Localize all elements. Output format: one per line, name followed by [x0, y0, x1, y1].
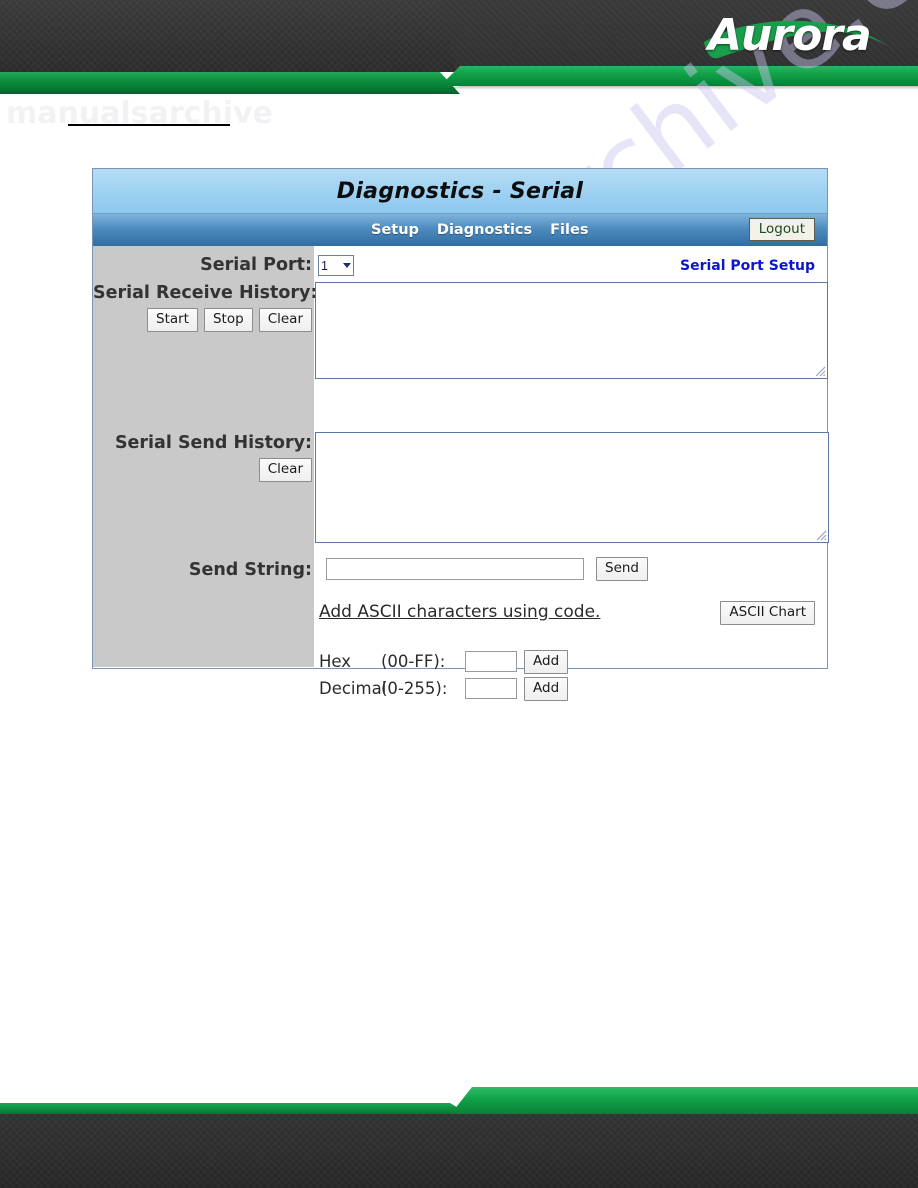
- page-root: Aurora manualsarchive manualsarchive.com…: [0, 0, 918, 1188]
- decimal-code-row: Decimal (0-255): Add: [319, 677, 569, 701]
- serial-port-select[interactable]: 1: [318, 255, 354, 276]
- tab-files[interactable]: Files: [550, 222, 588, 238]
- serial-receive-history-label: Serial Receive History:: [93, 283, 318, 303]
- ascii-hint-link[interactable]: Add ASCII characters using code.: [319, 602, 600, 622]
- aurora-logo-text: Aurora: [708, 10, 872, 61]
- resize-grip-icon[interactable]: [815, 529, 827, 541]
- nav-items: Setup Diagnostics Files: [371, 222, 588, 238]
- receive-history-textarea-wrap: [315, 282, 828, 379]
- decimal-input[interactable]: [465, 678, 517, 700]
- send-clear-button[interactable]: Clear: [258, 458, 312, 482]
- receive-clear-button[interactable]: Clear: [258, 308, 312, 332]
- receive-history-buttons: Start Stop Clear: [93, 308, 314, 332]
- receive-start-button[interactable]: Start: [147, 308, 198, 332]
- hex-input[interactable]: [465, 651, 517, 673]
- serial-port-selected-value: 1: [321, 258, 328, 273]
- resize-grip-icon[interactable]: [814, 365, 826, 377]
- send-history-textarea-wrap: [315, 432, 829, 543]
- header-green-shadow: [440, 86, 918, 90]
- header-green-accent-left: [0, 72, 460, 94]
- panel-body: Serial Port: 1 Serial Port Setup Serial …: [93, 246, 829, 701]
- receive-stop-button[interactable]: Stop: [203, 308, 253, 332]
- footer-green-accent-right: [450, 1087, 918, 1115]
- serial-port-setup-link[interactable]: Serial Port Setup: [680, 258, 815, 274]
- site-footer: [0, 1073, 918, 1188]
- page-title: Diagnostics - Serial: [336, 178, 584, 204]
- send-string-label: Send String:: [188, 560, 312, 580]
- serial-send-history-textarea[interactable]: [315, 432, 829, 543]
- site-header: Aurora: [0, 0, 918, 95]
- decimal-add-button[interactable]: Add: [524, 677, 569, 701]
- hex-add-button[interactable]: Add: [524, 650, 569, 674]
- logout-button[interactable]: Logout: [748, 218, 815, 242]
- send-button[interactable]: Send: [596, 557, 649, 581]
- aurora-logo: Aurora: [700, 8, 900, 66]
- footer-dark-band: [0, 1114, 918, 1188]
- panel-nav-bar: Setup Diagnostics Files Logout: [93, 214, 827, 246]
- send-history-buttons: Clear: [93, 458, 314, 482]
- decimal-range-label: (0-255):: [381, 679, 448, 699]
- tab-setup[interactable]: Setup: [371, 222, 419, 238]
- panel-title-bar: Diagnostics - Serial: [93, 169, 827, 214]
- hex-range-label: (00-FF):: [381, 652, 446, 672]
- serial-receive-history-textarea[interactable]: [315, 282, 828, 379]
- hex-code-row: Hex (00-FF): Add: [319, 650, 569, 674]
- decimal-label: Decimal: [319, 679, 387, 699]
- tab-diagnostics[interactable]: Diagnostics: [437, 222, 532, 238]
- hex-label: Hex: [319, 652, 352, 672]
- ascii-chart-button[interactable]: ASCII Chart: [720, 601, 815, 625]
- chevron-down-icon: [343, 263, 351, 268]
- send-string-input[interactable]: [326, 558, 584, 580]
- serial-send-history-label: Serial Send History:: [114, 433, 312, 453]
- page-top-rule: [68, 124, 230, 126]
- diagnostics-panel: Diagnostics - Serial Setup Diagnostics F…: [92, 168, 829, 701]
- serial-port-label: Serial Port:: [200, 255, 312, 275]
- header-green-accent-right: [440, 66, 918, 86]
